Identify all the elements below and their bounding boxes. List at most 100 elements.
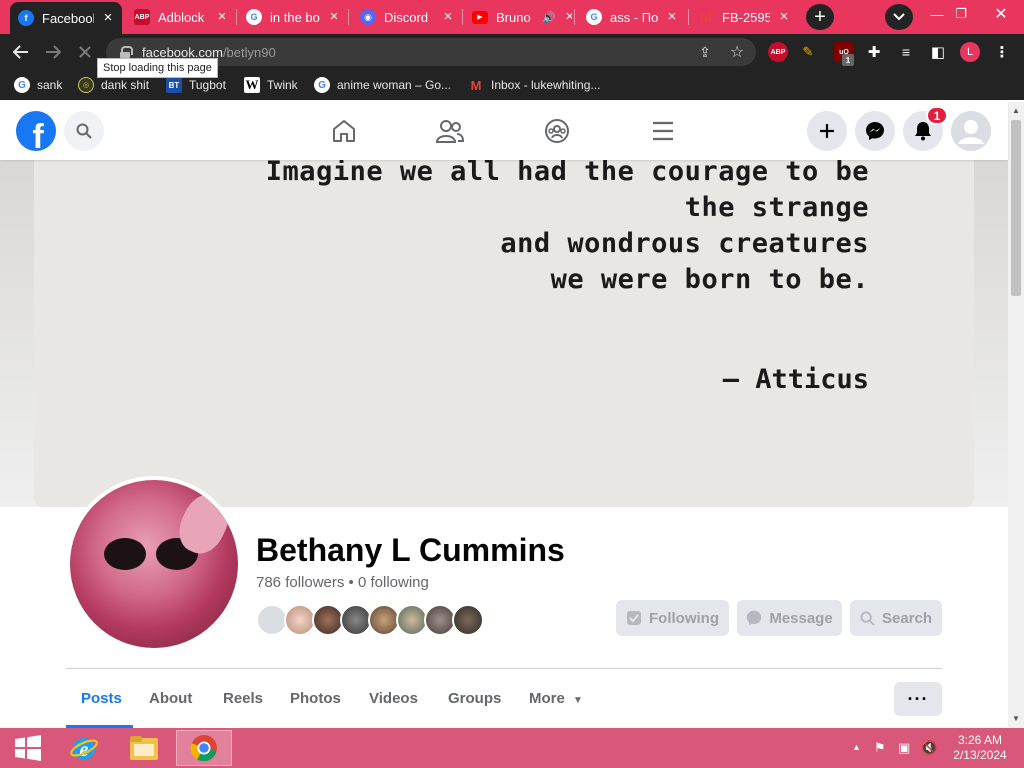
- bookmark-star-icon[interactable]: ☆: [728, 43, 746, 61]
- profile-more-button[interactable]: ···: [894, 682, 942, 716]
- facebook-navbar: f: [0, 102, 1008, 160]
- windows-taskbar: e ▲ ⚑ ▣ 🔇 3:26 AM 2/13/2024: [0, 728, 1024, 768]
- bookmark-dank-shit[interactable]: ◎ dank shit: [78, 76, 149, 94]
- tray-expand-icon[interactable]: ▲: [852, 742, 861, 752]
- share-icon[interactable]: ⇪: [696, 43, 714, 61]
- profile-avatar[interactable]: L: [960, 42, 980, 62]
- stop-button[interactable]: [72, 39, 98, 65]
- tab-search-button[interactable]: [885, 4, 913, 30]
- chrome-icon: [190, 735, 217, 762]
- page-scrollbar[interactable]: ▲ ▼: [1008, 102, 1024, 728]
- close-icon[interactable]: ×: [442, 9, 454, 24]
- tab-about[interactable]: About: [149, 690, 192, 707]
- adblock-extension-icon[interactable]: ABP: [768, 42, 788, 62]
- kebab-menu-icon[interactable]: ⋮: [992, 42, 1012, 62]
- network-icon[interactable]: ▣: [898, 740, 910, 756]
- tab-videos[interactable]: Videos: [369, 690, 418, 707]
- facebook-icon: f: [18, 10, 34, 26]
- tab-facebook[interactable]: f Facebook ×: [10, 2, 122, 34]
- tab-reels[interactable]: Reels: [223, 690, 263, 707]
- menu-nav-button[interactable]: [647, 115, 679, 147]
- groups-nav-button[interactable]: [541, 115, 573, 147]
- scroll-down-arrow-icon[interactable]: ▼: [1012, 714, 1020, 723]
- tab-title: Adblock: [158, 9, 205, 25]
- account-avatar-button[interactable]: [951, 111, 991, 151]
- quote-line: Imagine we all had the courage to be: [265, 160, 869, 187]
- back-button[interactable]: [8, 39, 34, 65]
- bookmark-twink[interactable]: W Twink: [244, 76, 298, 94]
- following-button[interactable]: Following: [616, 600, 729, 636]
- extensions-puzzle-icon[interactable]: ✚: [864, 42, 884, 62]
- volume-muted-icon[interactable]: 🔇: [921, 740, 937, 756]
- close-icon[interactable]: ×: [778, 9, 790, 24]
- close-icon[interactable]: ×: [564, 9, 572, 24]
- tab-discord[interactable]: ◉ Discord ×: [352, 3, 462, 31]
- create-button[interactable]: [807, 111, 847, 151]
- taskbar-internet-explorer[interactable]: e: [56, 730, 112, 766]
- bookmark-anime-woman[interactable]: G anime woman – Go...: [314, 76, 451, 94]
- bookmark-inbox[interactable]: M Inbox - lukewhiting...: [468, 76, 601, 94]
- tab-posts[interactable]: Posts: [81, 690, 122, 707]
- facebook-search-button[interactable]: [64, 111, 104, 151]
- gmail-icon: M: [700, 9, 712, 25]
- translate-extension-icon[interactable]: ✎: [798, 42, 818, 62]
- close-icon[interactable]: ×: [102, 10, 114, 25]
- tab-groups[interactable]: Groups: [448, 690, 501, 707]
- discord-icon: ◉: [360, 9, 376, 25]
- new-tab-button[interactable]: +: [806, 4, 834, 30]
- bookmark-sank[interactable]: G sank: [14, 76, 62, 94]
- home-icon: [333, 120, 355, 142]
- notification-badge: 1: [926, 106, 948, 125]
- close-icon[interactable]: ×: [328, 9, 340, 24]
- close-icon[interactable]: ×: [216, 9, 228, 24]
- arrow-right-icon: [46, 45, 61, 59]
- groups-icon: [545, 119, 569, 143]
- taskbar-chrome[interactable]: [176, 730, 232, 766]
- bookmark-tugbot[interactable]: BT Tugbot: [166, 76, 226, 94]
- friends-nav-button[interactable]: [434, 115, 466, 147]
- tab-title: in the bo: [270, 9, 320, 25]
- tab-gmail[interactable]: M FB-2595 ×: [690, 3, 798, 31]
- forward-button[interactable]: [40, 39, 66, 65]
- friend-avatar[interactable]: [452, 604, 484, 636]
- following-check-icon: [627, 611, 641, 625]
- url-path: /betlyn90: [222, 44, 276, 60]
- taskbar-file-explorer[interactable]: [116, 730, 172, 766]
- tab-in-the-bo[interactable]: G in the bo ×: [238, 3, 348, 31]
- tab-separator: [688, 9, 689, 25]
- bookmark-label: Tugbot: [189, 78, 226, 92]
- ublock-badge: 1: [842, 54, 854, 66]
- speaker-icon: 🔊: [542, 11, 556, 24]
- messenger-button[interactable]: [855, 111, 895, 151]
- facebook-logo-icon[interactable]: f: [16, 111, 56, 151]
- scrollbar-thumb[interactable]: [1011, 120, 1021, 296]
- action-center-flag-icon[interactable]: ⚑: [874, 740, 886, 756]
- tab-ass[interactable]: G ass - По ×: [578, 3, 686, 31]
- cover-photo[interactable]: Imagine we all had the courage to be the…: [34, 160, 974, 507]
- follower-stats[interactable]: 786 followers • 0 following: [256, 574, 429, 591]
- profile-divider: [66, 668, 942, 669]
- tab-photos[interactable]: Photos: [290, 690, 341, 707]
- bookmark-icon: ◎: [78, 77, 94, 93]
- tab-more[interactable]: More ▼: [529, 690, 583, 707]
- browser-tab-strip: f Facebook × ABP Adblock × G in the bo ×…: [0, 0, 1024, 34]
- side-panel-icon[interactable]: ◧: [928, 42, 948, 62]
- search-icon: [860, 610, 875, 626]
- profile-name: Bethany L Cummins: [256, 532, 565, 568]
- tab-separator: [236, 9, 237, 25]
- tab-youtube[interactable]: ▶ Bruno 🔊 ×: [464, 3, 572, 31]
- home-nav-button[interactable]: [328, 115, 360, 147]
- profile-picture[interactable]: [66, 476, 242, 652]
- minimize-button[interactable]: —: [926, 4, 948, 24]
- close-window-button[interactable]: ✕: [990, 4, 1012, 24]
- restore-button[interactable]: ❐: [950, 4, 972, 24]
- scroll-up-arrow-icon[interactable]: ▲: [1012, 106, 1020, 115]
- taskbar-clock[interactable]: 3:26 AM 2/13/2024: [948, 733, 1012, 763]
- media-controls-icon[interactable]: ≡: [896, 42, 916, 62]
- message-button[interactable]: Message: [737, 600, 842, 636]
- caret-down-icon: ▼: [573, 695, 583, 706]
- tab-adblock[interactable]: ABP Adblock ×: [126, 3, 236, 31]
- profile-search-button[interactable]: Search: [850, 600, 942, 636]
- close-icon[interactable]: ×: [666, 9, 678, 24]
- start-button[interactable]: [0, 730, 56, 766]
